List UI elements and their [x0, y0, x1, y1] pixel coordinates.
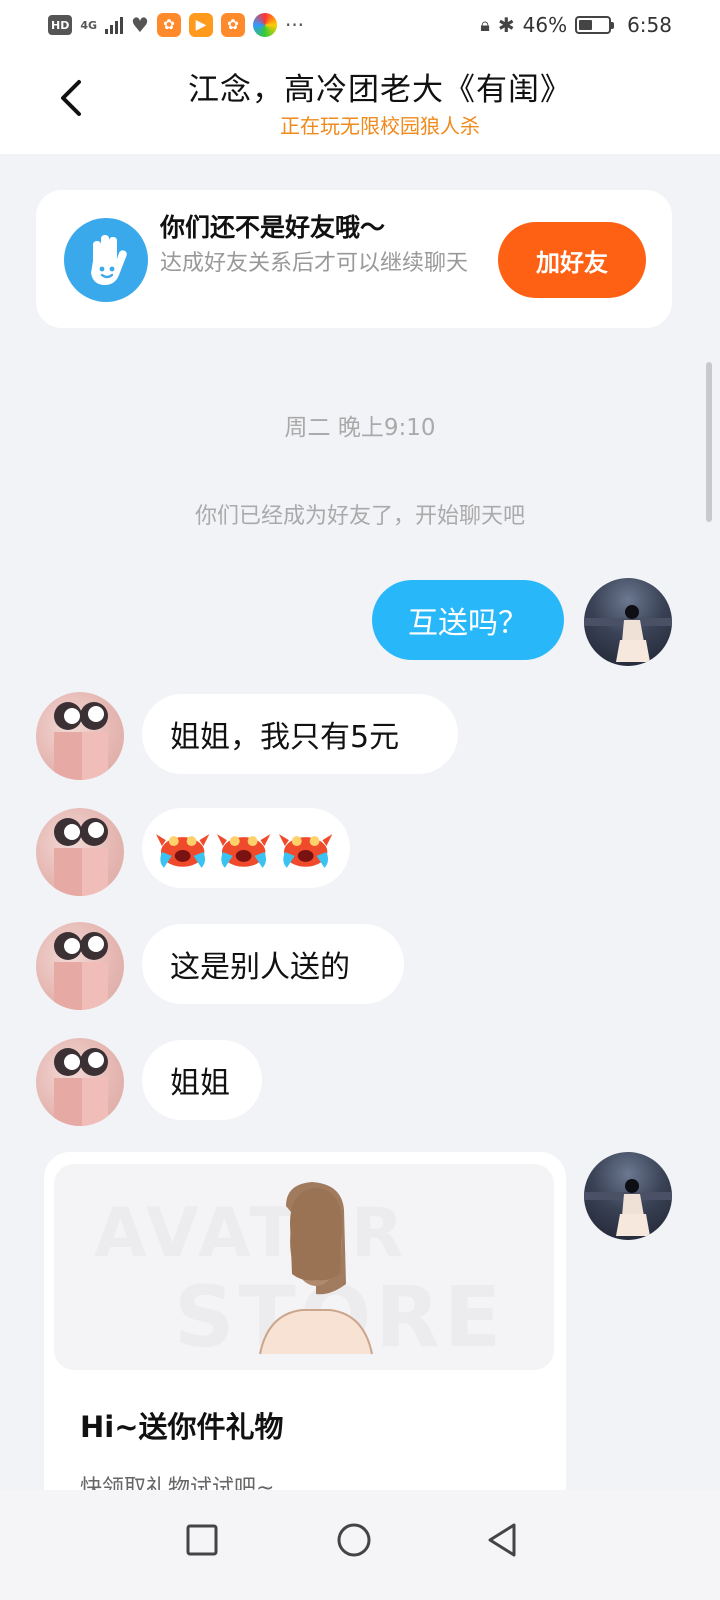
- chevron-left-icon: [61, 80, 81, 116]
- heart-health-icon: ♥: [131, 13, 149, 37]
- add-friend-button[interactable]: 加好友: [498, 222, 646, 298]
- square-recents-icon: [186, 1524, 218, 1556]
- banner-title: 你们还不是好友哦～: [160, 213, 386, 242]
- recents-button[interactable]: [172, 1510, 232, 1570]
- crying-crab-icon: [278, 834, 333, 868]
- circle-home-icon: [337, 1523, 371, 1557]
- gift-preview-image: AVATAR STORE: [54, 1164, 554, 1370]
- hd-badge: HD: [48, 15, 73, 35]
- status-bar: HD 4G ♥ ✿ ▶ ✿ ··· 🔒︎ ✱ 46% 6:58: [0, 0, 720, 50]
- message-bubble-incoming[interactable]: 这是别人送的: [142, 924, 404, 1004]
- message-text: 这是别人送的: [170, 950, 350, 985]
- more-notifications-icon: ···: [284, 13, 305, 37]
- video-app-icon: ▶: [188, 13, 213, 37]
- girl-silhouette-image: [584, 605, 672, 662]
- network-4g-label: 4G: [80, 18, 98, 32]
- two-girls-photo: [54, 818, 108, 896]
- chat-timestamp: 周二 晚上9:10: [284, 415, 436, 441]
- app-notification-icon-2: ✿: [220, 13, 245, 37]
- signal-icon: [105, 16, 124, 34]
- banner-description: 达成好友关系后才可以继续聊天: [160, 251, 469, 276]
- contact-avatar[interactable]: [36, 808, 124, 896]
- message-text: 互送吗？: [408, 606, 528, 641]
- crying-crab-icon: [217, 834, 271, 868]
- triangle-back-icon: [488, 1523, 516, 1557]
- friend-request-banner: 你们还不是好友哦～ 达成好友关系后才可以继续聊天 加好友: [36, 190, 672, 328]
- two-girls-photo: [54, 1048, 108, 1126]
- hand-wave-icon: [64, 218, 148, 302]
- message-bubble-emoji[interactable]: [142, 808, 350, 888]
- page-title: 江念，高冷团老大《有闺》: [188, 72, 572, 108]
- my-avatar[interactable]: [584, 1152, 672, 1240]
- clock: 6:58: [627, 13, 672, 37]
- crying-crab-icon: [155, 834, 210, 868]
- contact-avatar[interactable]: [36, 692, 124, 780]
- contact-avatar[interactable]: [36, 1038, 124, 1126]
- message-text: 姐姐，我只有5元: [170, 720, 400, 755]
- contact-avatar[interactable]: [36, 922, 124, 1010]
- battery-percent: 46%: [522, 13, 568, 37]
- my-avatar[interactable]: [584, 578, 672, 666]
- home-button[interactable]: [324, 1510, 384, 1570]
- back-button[interactable]: [44, 70, 100, 126]
- two-girls-photo: [54, 932, 108, 1010]
- chat-header: 江念，高冷团老大《有闺》 正在玩无限校园狼人杀: [0, 50, 720, 154]
- message-bubble-incoming[interactable]: 姐姐，我只有5元: [142, 694, 458, 774]
- status-right: 🔒︎ ✱ 46% 6:58: [480, 13, 672, 37]
- system-navigation-bar: [0, 1490, 720, 1600]
- playing-status: 正在玩无限校园狼人杀: [280, 114, 480, 138]
- vpn-lock-icon: 🔒︎: [480, 14, 490, 36]
- battery-icon: [575, 16, 615, 34]
- back-nav-button[interactable]: [472, 1510, 532, 1570]
- two-girls-photo: [54, 702, 108, 780]
- message-bubble-incoming[interactable]: 姐姐: [142, 1040, 262, 1120]
- app-notification-icon: ✿: [156, 13, 181, 37]
- avatar-figure-icon: [259, 1182, 373, 1355]
- girl-silhouette-image: [584, 1179, 672, 1236]
- status-left: HD 4G ♥ ✿ ▶ ✿ ···: [48, 13, 304, 37]
- message-bubble-outgoing[interactable]: 互送吗？: [372, 580, 564, 660]
- colorful-app-icon: [252, 13, 277, 37]
- gift-title: Hi~送你件礼物: [80, 1410, 284, 1444]
- system-message: 你们已经成为好友了，开始聊天吧: [194, 504, 525, 529]
- gift-card-message[interactable]: AVATAR STORE Hi~送你件礼物 快领取礼物试试吧~: [44, 1152, 566, 1512]
- message-text: 姐姐: [170, 1066, 230, 1101]
- bluetooth-icon: ✱: [497, 13, 515, 37]
